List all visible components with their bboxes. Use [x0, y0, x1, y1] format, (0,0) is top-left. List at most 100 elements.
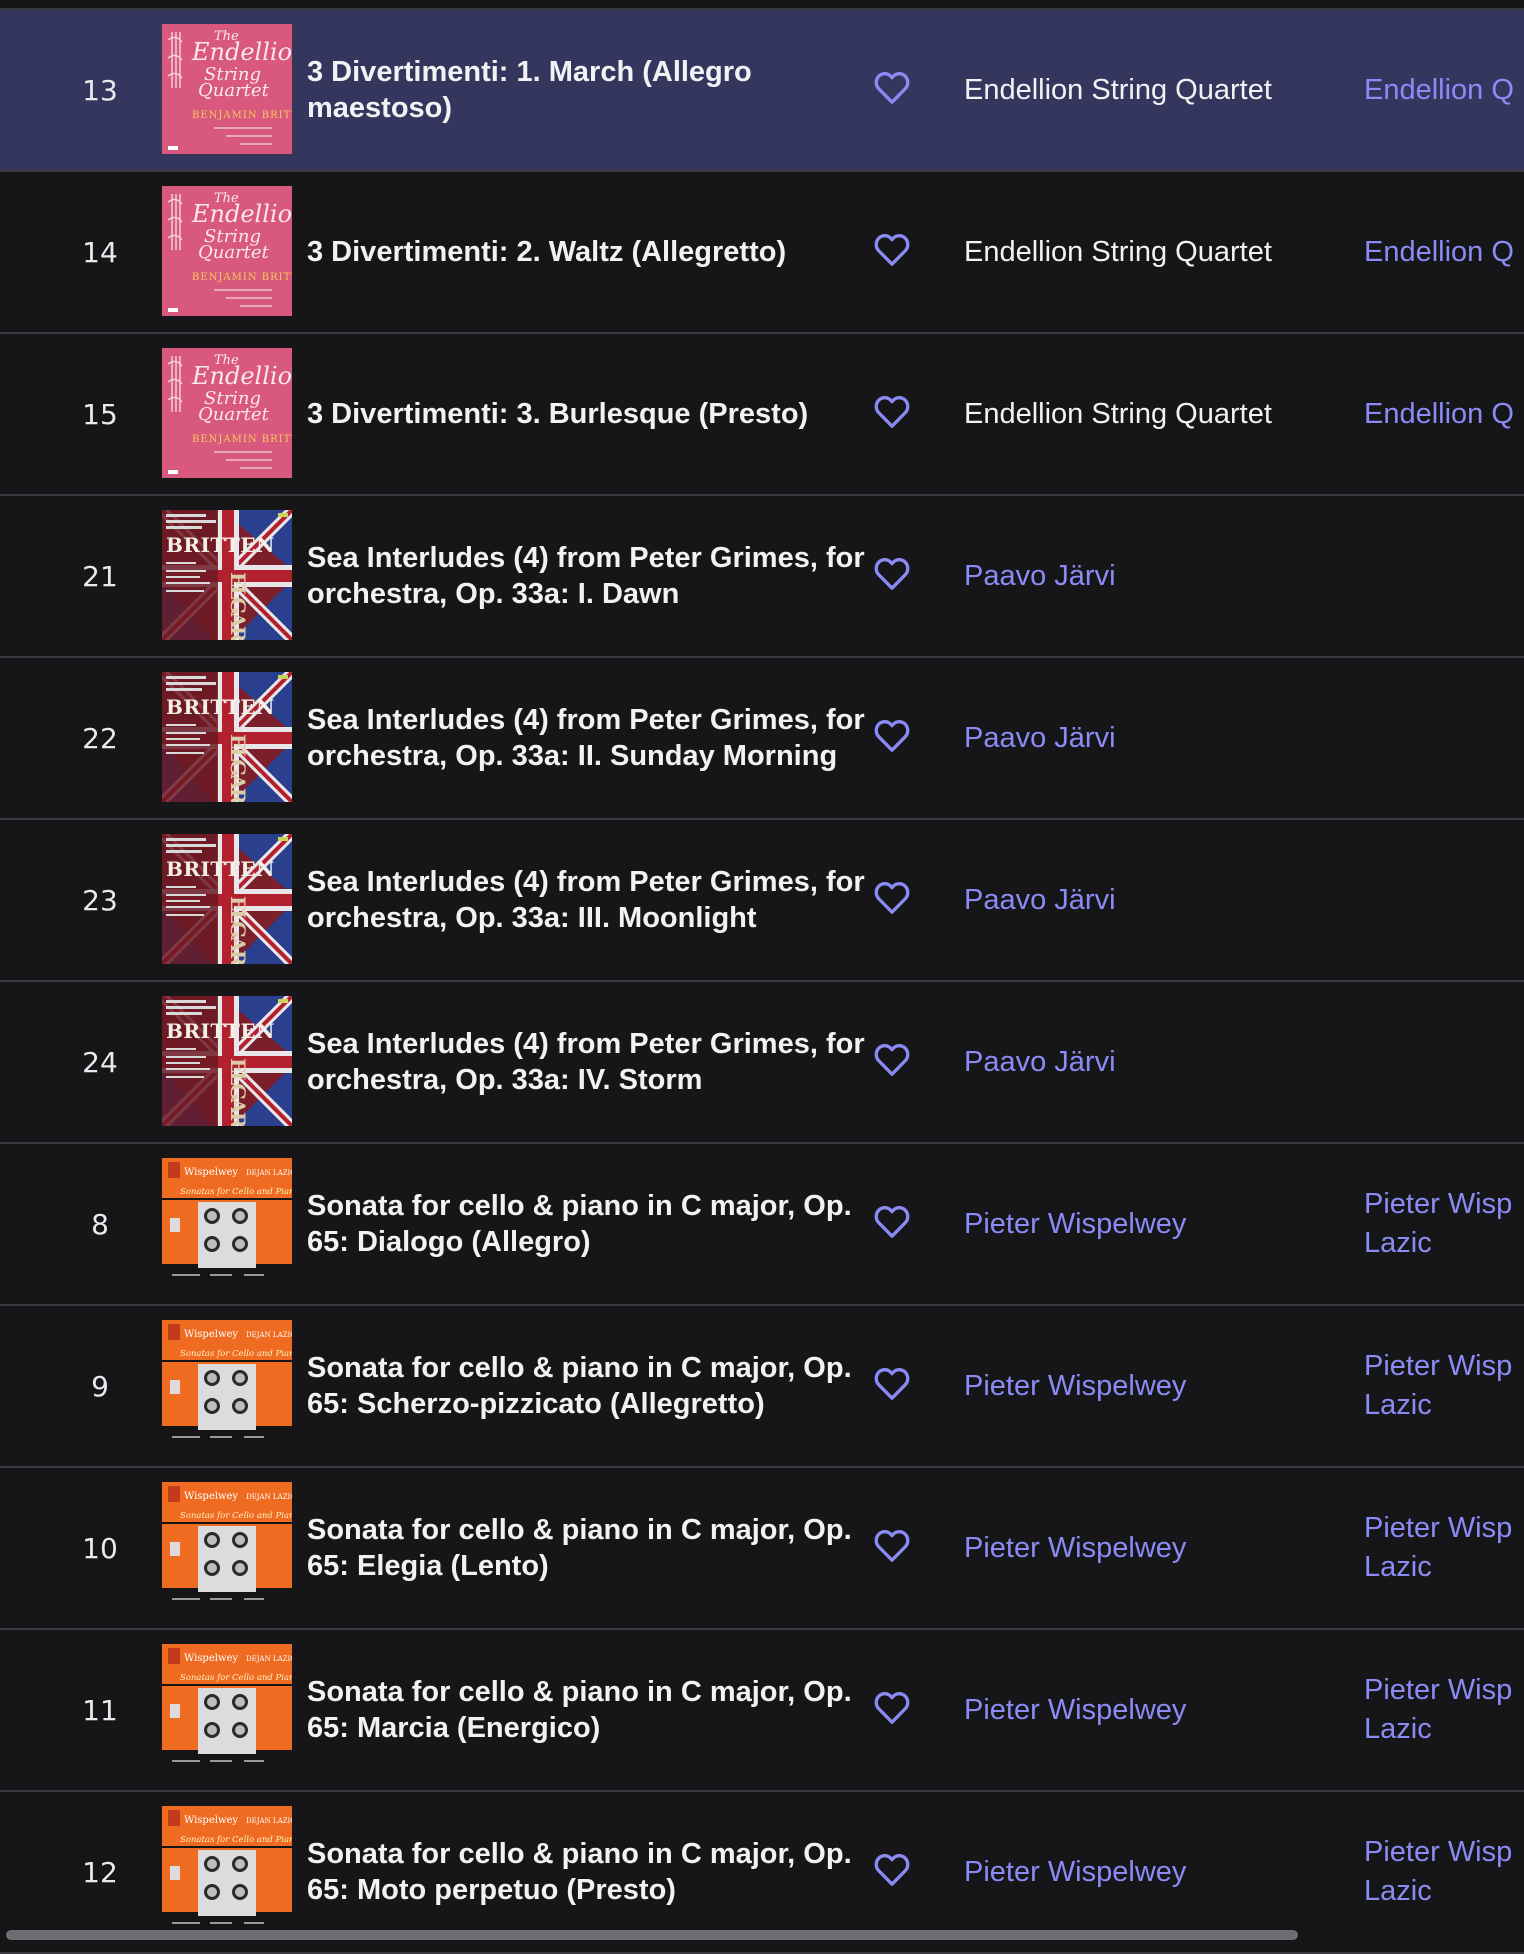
- favorite-button[interactable]: [872, 1526, 912, 1566]
- album-artist-link[interactable]: Endellion Q: [1364, 334, 1524, 494]
- artist-name: Endellion String Quartet: [964, 73, 1272, 106]
- album-cover-text: ELGAR: [226, 896, 250, 964]
- album-cover-text: Sonatas for Cello and Piano: [180, 1349, 292, 1359]
- album-cover-text: Sonatas for Cello and Piano: [180, 1511, 292, 1521]
- favorite-button[interactable]: [872, 878, 912, 918]
- album-cover[interactable]: The Endellion String Quartet BENJAMIN BR…: [162, 24, 292, 154]
- favorite-button[interactable]: [872, 1688, 912, 1728]
- track-title[interactable]: Sea Interludes (4) from Peter Grimes, fo…: [307, 820, 867, 980]
- track-row[interactable]: 23 BRITTEN ELGAR Sea Interludes (4) from…: [0, 820, 1524, 982]
- track-row[interactable]: 10 Wispelwey DEJAN LAZIĆ Sonatas for Cel…: [0, 1468, 1524, 1630]
- album-cover-text: Wispelwey: [184, 1653, 238, 1664]
- track-title[interactable]: Sea Interludes (4) from Peter Grimes, fo…: [307, 496, 867, 656]
- favorite-button[interactable]: [872, 68, 912, 108]
- album-cover-text: Endellion: [191, 200, 292, 228]
- favorite-button[interactable]: [872, 1850, 912, 1890]
- artist-link[interactable]: Pieter Wispelwey: [964, 1144, 1324, 1304]
- album-cover-text: DEJAN LAZIĆ: [246, 1330, 292, 1339]
- track-row[interactable]: 13 The Endellion String Quartet BENJAMIN…: [0, 10, 1524, 172]
- album-cover[interactable]: BRITTEN ELGAR: [162, 996, 292, 1126]
- album-cover-endellion-image: The Endellion String Quartet BENJAMIN BR…: [162, 186, 292, 316]
- album-cover-text: Quartet: [198, 80, 270, 101]
- favorite-button[interactable]: [872, 1040, 912, 1080]
- artist-link[interactable]: Paavo Järvi: [964, 496, 1324, 656]
- album-cover[interactable]: Wispelwey DEJAN LAZIĆ Sonatas for Cello …: [162, 1482, 292, 1612]
- album-cover-text: Quartet: [198, 242, 270, 263]
- track-title[interactable]: Sonata for cello & piano in C major, Op.…: [307, 1630, 867, 1790]
- track-title[interactable]: Sonata for cello & piano in C major, Op.…: [307, 1468, 867, 1628]
- album-cover-text: DEJAN LAZIĆ: [246, 1492, 292, 1501]
- album-artist-link[interactable]: Pieter Wisp Lazic: [1364, 1630, 1524, 1790]
- artist-link[interactable]: Pieter Wispelwey: [964, 1630, 1324, 1790]
- album-cover-text: Wispelwey: [184, 1815, 238, 1826]
- album-cover-wispelwey-image: Wispelwey DEJAN LAZIĆ Sonatas for Cello …: [162, 1158, 292, 1288]
- heart-outline-icon: [874, 720, 910, 752]
- album-cover[interactable]: BRITTEN ELGAR: [162, 834, 292, 964]
- album-cover-wispelwey-image: Wispelwey DEJAN LAZIĆ Sonatas for Cello …: [162, 1644, 292, 1774]
- track-title[interactable]: 3 Divertimenti: 2. Waltz (Allegretto): [307, 172, 867, 332]
- album-cover-text: Sonatas for Cello and Piano: [180, 1673, 292, 1683]
- album-cover[interactable]: BRITTEN ELGAR: [162, 672, 292, 802]
- heart-outline-icon: [874, 396, 910, 428]
- album-artist-link[interactable]: Endellion Q: [1364, 172, 1524, 332]
- album-artist-link[interactable]: Pieter Wisp Lazic: [1364, 1144, 1524, 1304]
- heart-outline-icon: [874, 558, 910, 590]
- track-title[interactable]: 3 Divertimenti: 1. March (Allegro maesto…: [307, 10, 867, 170]
- album-artist-link[interactable]: [1364, 820, 1524, 980]
- track-title[interactable]: Sea Interludes (4) from Peter Grimes, fo…: [307, 658, 867, 818]
- album-artist-link[interactable]: [1364, 982, 1524, 1142]
- album-cover[interactable]: The Endellion String Quartet BENJAMIN BR…: [162, 186, 292, 316]
- album-cover-text: ELGAR: [226, 572, 250, 640]
- heart-outline-icon: [874, 1854, 910, 1886]
- favorite-button[interactable]: [872, 1364, 912, 1404]
- heart-outline-icon: [874, 72, 910, 104]
- album-cover-text: Endellion: [191, 362, 292, 390]
- album-cover-text: ELGAR: [226, 1058, 250, 1126]
- track-row[interactable]: 14 The Endellion String Quartet BENJAMIN…: [0, 172, 1524, 334]
- artist-link[interactable]: Pieter Wispelwey: [964, 1306, 1324, 1466]
- album-cover-text: BENJAMIN BRITTEN: [192, 434, 292, 445]
- favorite-button[interactable]: [872, 554, 912, 594]
- artist-link[interactable]: Paavo Järvi: [964, 820, 1324, 980]
- album-cover-endellion-image: The Endellion String Quartet BENJAMIN BR…: [162, 348, 292, 478]
- favorite-button[interactable]: [872, 392, 912, 432]
- artist-link[interactable]: Paavo Järvi: [964, 658, 1324, 818]
- album-cover-britten-elgar-image: BRITTEN ELGAR: [162, 672, 292, 802]
- favorite-button[interactable]: [872, 716, 912, 756]
- album-cover[interactable]: Wispelwey DEJAN LAZIĆ Sonatas for Cello …: [162, 1644, 292, 1774]
- album-cover-text: BENJAMIN BRITTEN: [192, 110, 292, 121]
- album-cover-text: BRITTEN: [166, 857, 275, 881]
- album-cover[interactable]: Wispelwey DEJAN LAZIĆ Sonatas for Cello …: [162, 1158, 292, 1288]
- album-artist-link[interactable]: [1364, 496, 1524, 656]
- album-cover[interactable]: Wispelwey DEJAN LAZIĆ Sonatas for Cello …: [162, 1806, 292, 1936]
- track-title[interactable]: 3 Divertimenti: 3. Burlesque (Presto): [307, 334, 867, 494]
- track-row[interactable]: 24 BRITTEN ELGAR Sea Interludes (4) from…: [0, 982, 1524, 1144]
- album-cover-wispelwey-image: Wispelwey DEJAN LAZIĆ Sonatas for Cello …: [162, 1482, 292, 1612]
- track-row[interactable]: 22 BRITTEN ELGAR Sea Interludes (4) from…: [0, 658, 1524, 820]
- album-cover[interactable]: The Endellion String Quartet BENJAMIN BR…: [162, 348, 292, 478]
- album-cover-text: DEJAN LAZIĆ: [246, 1816, 292, 1825]
- album-cover-endellion-image: The Endellion String Quartet BENJAMIN BR…: [162, 24, 292, 154]
- album-cover[interactable]: Wispelwey DEJAN LAZIĆ Sonatas for Cello …: [162, 1320, 292, 1450]
- album-artist-link[interactable]: [1364, 658, 1524, 818]
- track-title[interactable]: Sonata for cello & piano in C major, Op.…: [307, 1306, 867, 1466]
- artist-link[interactable]: Paavo Järvi: [964, 982, 1324, 1142]
- track-row[interactable]: 11 Wispelwey DEJAN LAZIĆ Sonatas for Cel…: [0, 1630, 1524, 1792]
- track-title[interactable]: Sonata for cello & piano in C major, Op.…: [307, 1144, 867, 1304]
- album-cover-britten-elgar-image: BRITTEN ELGAR: [162, 834, 292, 964]
- horizontal-scrollbar-thumb[interactable]: [6, 1930, 1298, 1940]
- track-title[interactable]: Sea Interludes (4) from Peter Grimes, fo…: [307, 982, 867, 1142]
- album-cover[interactable]: BRITTEN ELGAR: [162, 510, 292, 640]
- heart-outline-icon: [874, 1044, 910, 1076]
- track-row[interactable]: 15 The Endellion String Quartet BENJAMIN…: [0, 334, 1524, 496]
- track-row[interactable]: 9 Wispelwey DEJAN LAZIĆ Sonatas for Cell…: [0, 1306, 1524, 1468]
- track-row[interactable]: 8 Wispelwey DEJAN LAZIĆ Sonatas for Cell…: [0, 1144, 1524, 1306]
- artist-link[interactable]: Pieter Wispelwey: [964, 1468, 1324, 1628]
- album-cover-text: DEJAN LAZIĆ: [246, 1654, 292, 1663]
- album-artist-link[interactable]: Pieter Wisp Lazic: [1364, 1306, 1524, 1466]
- track-row[interactable]: 21 BRITTEN ELGAR Sea Interludes (4) from…: [0, 496, 1524, 658]
- favorite-button[interactable]: [872, 1202, 912, 1242]
- album-artist-link[interactable]: Endellion Q: [1364, 10, 1524, 170]
- album-artist-link[interactable]: Pieter Wisp Lazic: [1364, 1468, 1524, 1628]
- favorite-button[interactable]: [872, 230, 912, 270]
